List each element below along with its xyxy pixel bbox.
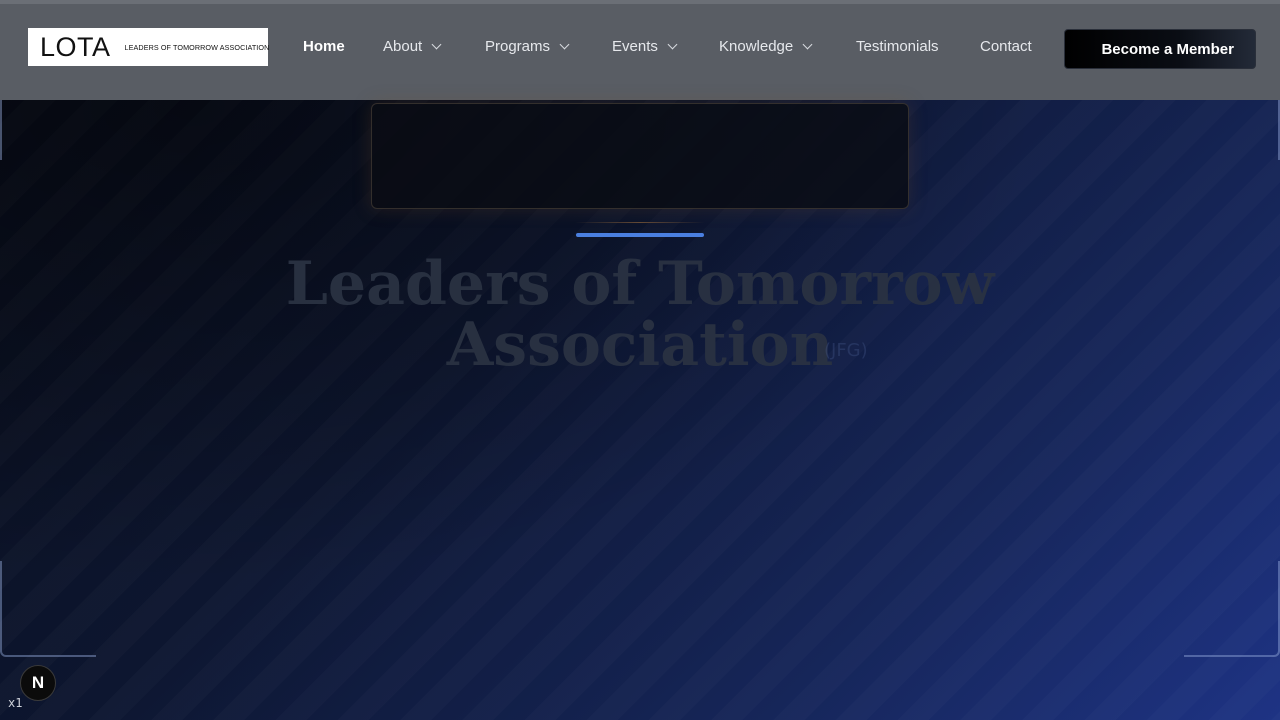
- corner-bracket-bottom-right: [1184, 561, 1280, 657]
- become-member-button[interactable]: Become a Member: [1064, 29, 1256, 69]
- nav-item-label: Programs: [485, 38, 551, 55]
- nav-item-label: Home: [303, 38, 345, 55]
- chevron-down-icon: [559, 39, 570, 50]
- nav-item-label: Knowledge: [719, 38, 794, 55]
- site-logo[interactable]: LOTA LEADERS OF TOMORROW ASSOCIATION: [28, 28, 270, 66]
- nav-item-events[interactable]: Events: [612, 38, 678, 55]
- hero-title: Leaders of Tomorrow Association: [285, 249, 995, 380]
- dev-badge-letter: N: [31, 673, 45, 692]
- hero-accent-bar: [576, 233, 704, 237]
- dev-scale-label: x1: [8, 696, 23, 710]
- nextjs-icon[interactable]: N: [20, 665, 56, 701]
- logo-subtitle: LEADERS OF TOMORROW ASSOCIATION: [124, 42, 270, 52]
- nav-item-programs[interactable]: Programs: [485, 38, 570, 55]
- nav-item-testimonials[interactable]: Testimonials: [856, 38, 939, 55]
- nav-item-label: About: [383, 38, 423, 55]
- nav-item-contact[interactable]: Contact: [980, 38, 1032, 55]
- nav-item-label: Testimonials: [856, 38, 939, 55]
- nav-item-label: Contact: [980, 38, 1032, 55]
- corner-bracket-bottom-left: [0, 561, 96, 657]
- chevron-down-icon: [667, 39, 678, 50]
- site-header: LOTA LEADERS OF TOMORROW ASSOCIATION Hom…: [0, 0, 1280, 100]
- hero-faded-text: (JFG): [824, 340, 868, 361]
- nav-item-about[interactable]: About: [383, 38, 442, 55]
- nav-item-label: Events: [612, 38, 658, 55]
- nav-item-home[interactable]: Home: [303, 38, 345, 55]
- chevron-down-icon: [431, 39, 442, 50]
- nav-item-knowledge[interactable]: Knowledge: [719, 38, 813, 55]
- chevron-down-icon: [802, 39, 813, 50]
- hero-divider-thin: [575, 222, 705, 223]
- hero-banner-box: [371, 103, 909, 209]
- logo-mark: LOTA: [40, 31, 111, 62]
